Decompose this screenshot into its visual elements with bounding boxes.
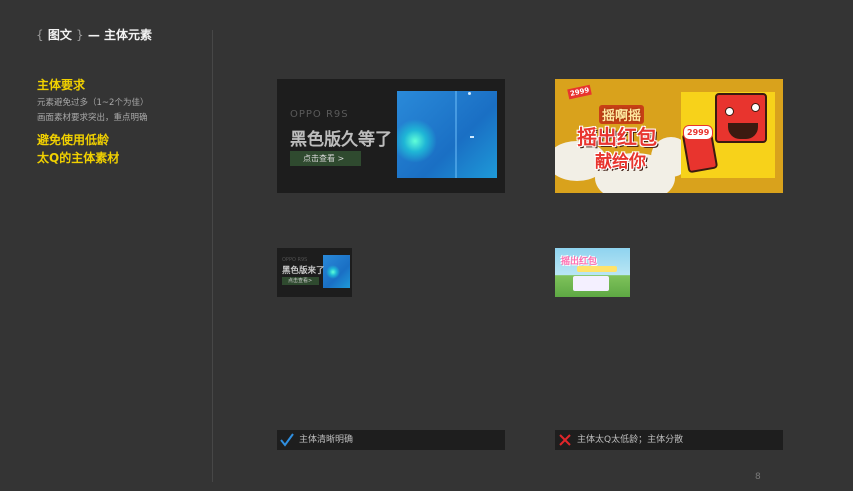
price-tag: 2999: [567, 84, 593, 100]
banner-line-3: 献给你: [595, 152, 646, 172]
banner-cta-button: 点击查看 >: [290, 151, 361, 166]
character-eye-icon: [751, 103, 760, 112]
bad-example-thumbnail: 摇出红包: [555, 248, 630, 297]
avoid-line-2: 太Q的主体素材: [37, 151, 120, 165]
vertical-divider: [212, 30, 213, 482]
phone-image: [323, 255, 350, 288]
checkmark-icon: [280, 433, 294, 447]
good-example-banner: OPPO R9S 黑色版久等了 点击查看 >: [277, 79, 505, 193]
banner-line-2: 摇出红包: [577, 125, 657, 149]
section-label: 图文: [47, 28, 72, 42]
requirements-heading: 主体要求: [37, 78, 86, 92]
thumb-cta-button: 点击查看>: [282, 277, 319, 285]
good-example-thumbnail: OPPO R9S 黑色版来了 点击查看>: [277, 248, 352, 297]
bracket-open: {: [36, 28, 44, 42]
phone-image: [397, 91, 497, 178]
bad-caption: 主体太Q太低龄；主体分散: [555, 430, 783, 450]
topic-label: 主体元素: [104, 28, 153, 42]
character-eye-icon: [725, 107, 734, 116]
requirement-line-1: 元素避免过多（1~2个为佳）: [37, 98, 149, 108]
banner-brand: OPPO R9S: [290, 109, 349, 120]
thumb-text: 摇出红包: [561, 257, 598, 267]
bad-caption-text: 主体太Q太低龄；主体分散: [577, 435, 684, 445]
thumb-brand: OPPO R9S: [282, 257, 308, 263]
page-number: 8: [755, 472, 761, 482]
bracket-close: }: [76, 28, 84, 42]
title-dash: —: [87, 28, 100, 42]
price-badge: 2999: [683, 125, 714, 140]
thumb-headline: 黑色版来了: [282, 266, 325, 276]
bad-example-banner: 2999 摇啊摇 摇出红包 献给你 2999: [555, 79, 783, 193]
thumb-card: [573, 276, 609, 291]
requirement-line-2: 画面素材要求突出，重点明确: [37, 113, 148, 123]
page-title: { 图文 } — 主体元素: [36, 26, 152, 43]
avoid-line-1: 避免使用低龄: [37, 133, 110, 147]
banner-headline: 黑色版久等了: [290, 130, 392, 150]
cross-icon: [559, 434, 571, 446]
good-caption: 主体清晰明确: [277, 430, 505, 450]
good-caption-text: 主体清晰明确: [299, 435, 354, 445]
